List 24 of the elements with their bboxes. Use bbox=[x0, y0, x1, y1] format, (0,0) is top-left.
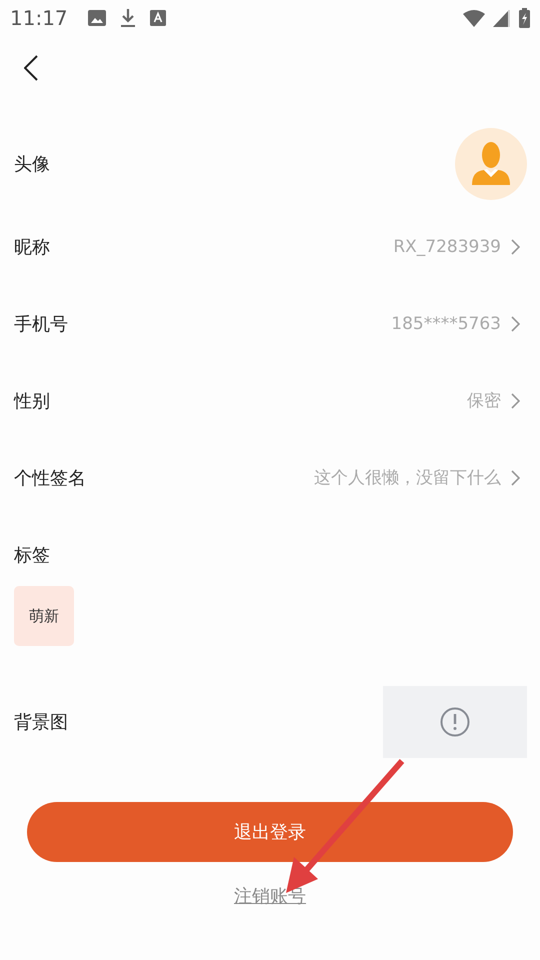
download-icon bbox=[120, 9, 136, 27]
image-placeholder[interactable] bbox=[383, 686, 527, 758]
row-label: 标签 bbox=[14, 544, 50, 566]
person-icon bbox=[470, 141, 512, 187]
back-button[interactable] bbox=[22, 53, 40, 83]
row-label: 头像 bbox=[14, 153, 50, 176]
settings-row[interactable]: 个性签名 这个人很懒，没留下什么 bbox=[0, 439, 540, 516]
chevron-right-icon bbox=[511, 392, 520, 408]
settings-row[interactable]: 昵称 RX_7283939 bbox=[0, 208, 540, 285]
image-icon bbox=[88, 10, 106, 26]
status-time: 11:17 bbox=[10, 6, 68, 30]
chevron-right-icon bbox=[511, 470, 520, 486]
wifi-icon bbox=[463, 9, 485, 27]
chevron-right-icon bbox=[511, 238, 520, 254]
chevron-right-icon bbox=[511, 316, 520, 332]
settings-row[interactable]: 性别 保密 bbox=[0, 362, 540, 439]
row-label: 背景图 bbox=[14, 711, 68, 734]
battery-icon bbox=[519, 8, 530, 28]
signal-icon bbox=[493, 9, 511, 27]
tag: 萌新 bbox=[14, 586, 74, 646]
font-icon bbox=[150, 10, 166, 26]
alert-icon bbox=[440, 707, 470, 737]
settings-row[interactable]: 手机号 185****5763 bbox=[0, 285, 540, 362]
logout-button[interactable]: 退出登录 bbox=[27, 802, 513, 862]
